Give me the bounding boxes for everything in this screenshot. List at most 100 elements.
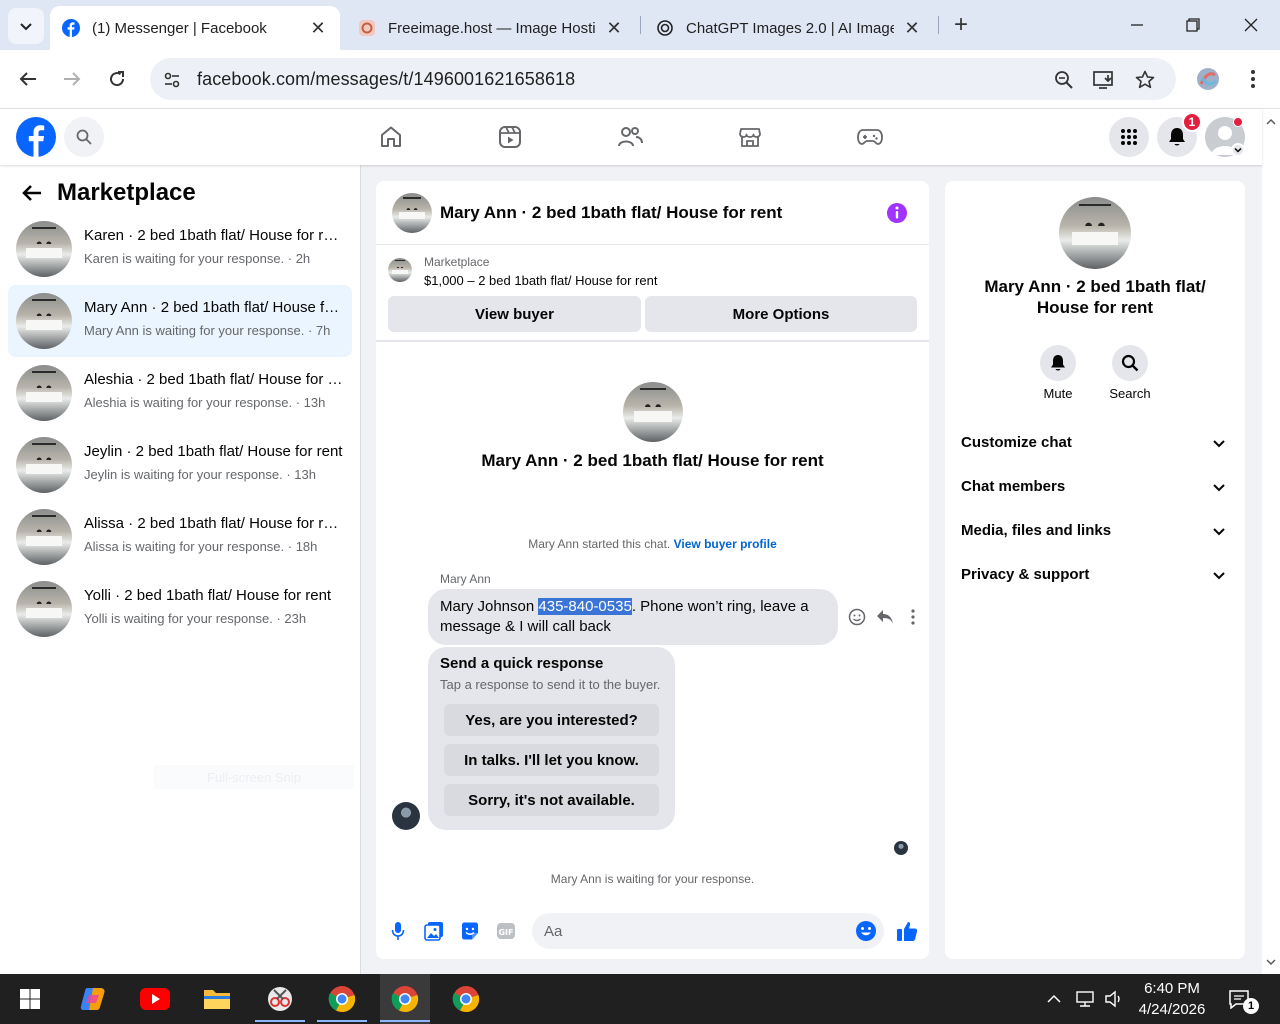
tab-chatgpt[interactable]: ChatGPT Images 2.0 | AI Image ✕: [644, 6, 934, 50]
attach-photo-button[interactable]: [422, 919, 446, 943]
chrome-icon: [452, 986, 480, 1013]
react-button[interactable]: [846, 606, 868, 628]
quick-response-button[interactable]: Sorry, it's not available.: [444, 784, 659, 816]
conversation-item-selected[interactable]: Mary Ann · 2 bed 1bath flat/ House for r…: [8, 285, 352, 357]
nav-home[interactable]: [371, 117, 411, 157]
chat-pane: Mary Ann · 2 bed 1bath flat/ House for r…: [376, 181, 929, 959]
chrome-app[interactable]: [317, 974, 367, 1024]
media-files-links-section[interactable]: Media, files and links: [953, 509, 1237, 553]
close-icon: [1244, 18, 1258, 32]
view-buyer-profile-link[interactable]: View buyer profile: [674, 537, 777, 551]
site-info-icon[interactable]: [160, 68, 184, 92]
chrome-app-profile[interactable]: [441, 974, 491, 1024]
forward-button[interactable]: [57, 64, 87, 94]
minimize-button[interactable]: [1124, 12, 1150, 38]
back-arrow-icon[interactable]: [20, 181, 44, 205]
close-window-button[interactable]: [1238, 12, 1264, 38]
info-name: Mary Ann · 2 bed 1bath flat/ House for r…: [984, 277, 1206, 317]
conversation-item[interactable]: Karen · 2 bed 1bath flat/ House for rent…: [8, 213, 352, 285]
sticker-button[interactable]: [458, 919, 482, 943]
chrome-icon: [391, 986, 419, 1013]
close-tab-icon[interactable]: ✕: [308, 18, 328, 38]
listing-thumbnail: [16, 365, 72, 421]
sidebar-header: Marketplace: [20, 179, 196, 207]
chrome-app-active[interactable]: [380, 974, 430, 1024]
message-input[interactable]: Aa: [532, 913, 884, 949]
notification-center-count: 1: [1243, 998, 1259, 1014]
mute-button[interactable]: [1040, 345, 1076, 381]
tab-messenger[interactable]: (1) Messenger | Facebook ✕: [50, 6, 340, 50]
quick-response-button[interactable]: In talks. I'll let you know.: [444, 744, 659, 776]
section-label: Media, files and links: [961, 522, 1112, 539]
conversation-item[interactable]: Alissa · 2 bed 1bath flat/ House for ren…: [8, 501, 352, 573]
conversation-status: Karen is waiting for your response. · 2h: [84, 251, 311, 266]
gaming-icon: [857, 129, 883, 145]
listing-thumbnail: [16, 293, 72, 349]
show-hidden-icons[interactable]: [1043, 988, 1065, 1010]
network-icon[interactable]: [1074, 988, 1096, 1010]
system-clock[interactable]: 6:40 PM 4/24/2026: [1136, 978, 1208, 1020]
copilot-app[interactable]: [68, 974, 118, 1024]
copilot-icon: [80, 988, 105, 1010]
file-explorer-app[interactable]: [192, 974, 242, 1024]
conversation-item[interactable]: Jeylin · 2 bed 1bath flat/ House for ren…: [8, 429, 352, 501]
video-icon: [499, 126, 521, 148]
account-menu-chevron[interactable]: [1231, 143, 1245, 157]
reply-button[interactable]: [874, 606, 896, 628]
voice-clip-button[interactable]: [386, 919, 410, 943]
listing-thumbnail: [16, 581, 72, 637]
folder-icon: [204, 990, 230, 1009]
search-action[interactable]: Search: [1094, 345, 1166, 401]
privacy-support-section[interactable]: Privacy & support: [953, 553, 1237, 597]
emoji-icon[interactable]: [855, 920, 877, 942]
listing-price-title[interactable]: $1,000 – 2 bed 1bath flat/ House for ren…: [424, 273, 657, 288]
facebook-search-button[interactable]: [64, 117, 104, 157]
page-scrollbar[interactable]: [1262, 109, 1280, 974]
address-bar[interactable]: facebook.com/messages/t/1496001621658618: [150, 58, 1176, 100]
gif-button[interactable]: GIF: [494, 919, 518, 943]
like-button[interactable]: [895, 919, 919, 943]
tab-freeimage[interactable]: Freeimage.host — Image Hosting ✕: [346, 6, 636, 50]
conversation-item[interactable]: Yolli · 2 bed 1bath flat/ House for rent…: [8, 573, 352, 645]
profile-avatar-large[interactable]: [1059, 197, 1131, 269]
conversation-item[interactable]: Aleshia · 2 bed 1bath flat/ House for re…: [8, 357, 352, 429]
quick-response-title: Send a quick response: [440, 655, 604, 672]
youtube-app[interactable]: [130, 974, 180, 1024]
scroll-down-icon[interactable]: [1266, 957, 1276, 967]
back-button[interactable]: [13, 64, 43, 94]
chat-avatar[interactable]: [392, 193, 432, 233]
nav-marketplace[interactable]: [730, 117, 770, 157]
bookmark-star-icon[interactable]: [1133, 68, 1157, 92]
start-button[interactable]: [5, 974, 55, 1024]
menu-button[interactable]: [1109, 117, 1149, 157]
chat-title[interactable]: Mary Ann · 2 bed 1bath flat/ House for r…: [440, 203, 782, 223]
install-app-icon[interactable]: [1092, 68, 1116, 92]
more-actions-button[interactable]: [902, 606, 924, 628]
mute-action[interactable]: Mute: [1022, 345, 1094, 401]
customize-chat-section[interactable]: Customize chat: [953, 421, 1237, 465]
search-in-conversation-button[interactable]: [1112, 345, 1148, 381]
quick-response-button[interactable]: Yes, are you interested?: [444, 704, 659, 736]
close-tab-icon[interactable]: ✕: [902, 18, 922, 38]
zoom-icon[interactable]: [1052, 68, 1076, 92]
more-options-button[interactable]: More Options: [645, 296, 917, 332]
info-icon[interactable]: [886, 202, 908, 224]
tab-search-button[interactable]: [8, 8, 44, 44]
chat-members-section[interactable]: Chat members: [953, 465, 1237, 509]
restore-button[interactable]: [1180, 12, 1206, 38]
view-buyer-button[interactable]: View buyer: [388, 296, 641, 332]
nav-gaming[interactable]: [850, 117, 890, 157]
browser-menu-icon[interactable]: [1238, 64, 1268, 94]
reload-button[interactable]: [102, 64, 132, 94]
snipping-tool-app[interactable]: [255, 974, 305, 1024]
facebook-logo-icon[interactable]: [16, 117, 56, 157]
scroll-up-icon[interactable]: [1266, 117, 1276, 127]
profile-icon[interactable]: [1193, 64, 1223, 94]
nav-friends[interactable]: [610, 117, 650, 157]
volume-icon[interactable]: [1103, 988, 1125, 1010]
new-tab-button[interactable]: +: [948, 11, 974, 38]
nav-video[interactable]: [490, 117, 530, 157]
marketplace-sidebar: Marketplace Karen · 2 bed 1bath flat/ Ho…: [0, 165, 361, 974]
reload-icon: [110, 71, 125, 87]
close-tab-icon[interactable]: ✕: [604, 18, 624, 38]
